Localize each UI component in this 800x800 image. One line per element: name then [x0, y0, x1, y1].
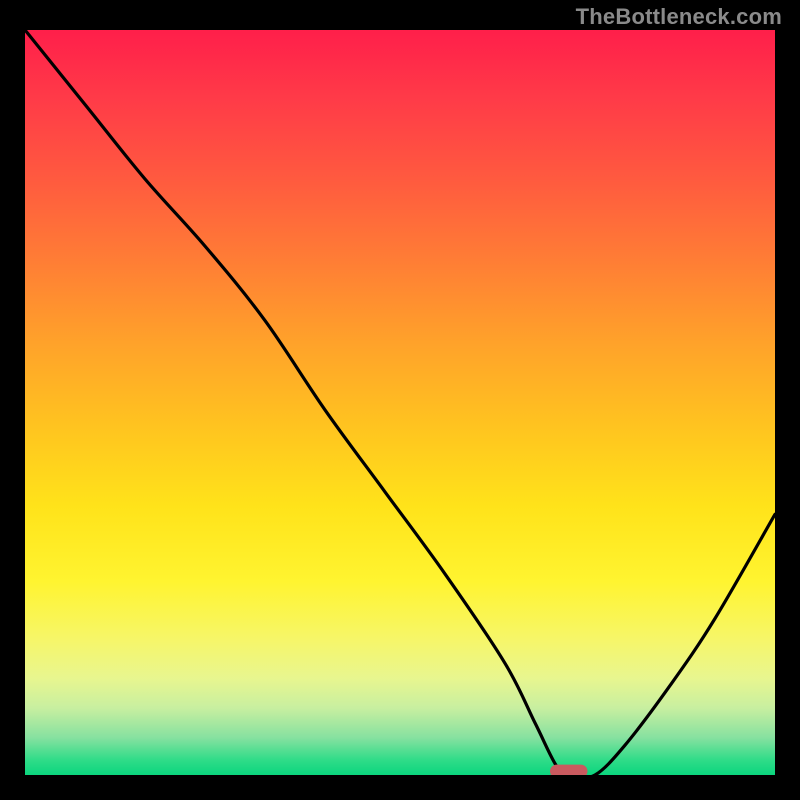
- watermark-text: TheBottleneck.com: [576, 4, 782, 30]
- curve-svg: [25, 30, 775, 775]
- optimum-marker: [550, 765, 588, 775]
- bottleneck-curve-path: [25, 30, 775, 775]
- plot-area: [25, 30, 775, 775]
- chart-frame: TheBottleneck.com: [0, 0, 800, 800]
